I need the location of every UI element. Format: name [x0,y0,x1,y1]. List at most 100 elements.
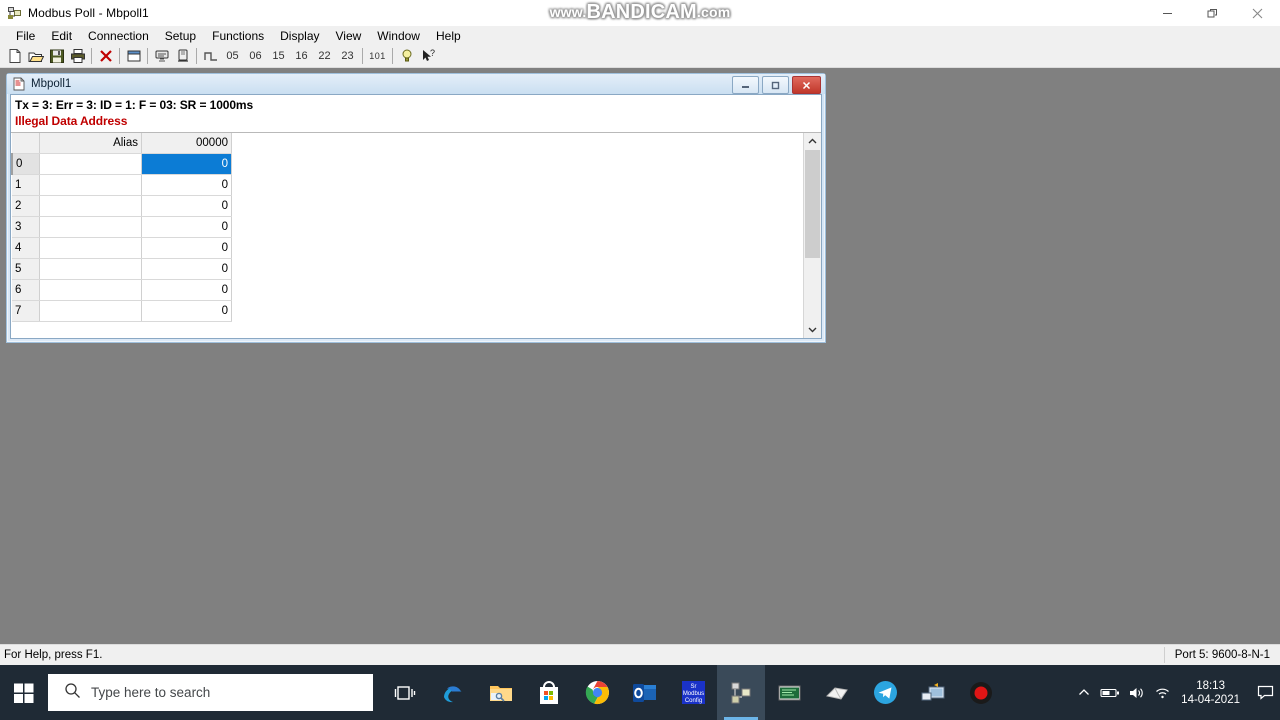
decimal-format-button[interactable]: 101 [366,47,389,65]
row-value-selected[interactable]: 0 [141,153,232,175]
taskbar-item-remote-desktop[interactable] [909,665,957,720]
disconnect-button[interactable] [95,46,116,66]
grid-vertical-scrollbar[interactable] [803,133,821,338]
taskbar-item-file-explorer[interactable] [477,665,525,720]
row-alias[interactable] [39,300,142,322]
data-grid[interactable]: Alias 00000 0 0 1 0 2 0 3 0 4 0 5 0 6 0 … [11,133,803,338]
row-index[interactable]: 1 [12,174,40,196]
row-alias[interactable] [39,279,142,301]
scroll-up-button[interactable] [804,133,821,150]
print-button[interactable] [67,46,88,66]
show-hidden-icons-button[interactable] [1071,665,1097,720]
row-value[interactable]: 0 [141,258,232,280]
restore-button[interactable] [1190,0,1235,26]
table-row[interactable]: 4 0 [12,237,232,259]
close-button[interactable] [1235,0,1280,26]
taskbar-item-modbus-poll[interactable] [717,665,765,720]
row-alias[interactable] [39,195,142,217]
grid-header-address[interactable]: 00000 [141,133,232,154]
pulse-button[interactable] [200,46,221,66]
function-code-22-button[interactable]: 22 [313,47,336,65]
menu-item-display[interactable]: Display [272,28,327,44]
row-alias[interactable] [39,258,142,280]
minimize-button[interactable] [1145,0,1190,26]
help-button[interactable] [396,46,417,66]
table-row[interactable]: 5 0 [12,258,232,280]
menu-item-file[interactable]: File [8,28,43,44]
taskbar-item-modbus-config[interactable]: Sr Modbus Config [669,665,717,720]
context-help-button[interactable]: ? [417,46,438,66]
scrollbar-thumb[interactable] [805,150,820,258]
row-index[interactable]: 4 [12,237,40,259]
table-row[interactable]: 1 0 [12,174,232,196]
menu-item-edit[interactable]: Edit [43,28,80,44]
row-value[interactable]: 0 [141,237,232,259]
taskbar-item-terminal-tool[interactable] [765,665,813,720]
menu-item-view[interactable]: View [328,28,370,44]
menu-bar: File Edit Connection Setup Functions Dis… [0,27,1280,45]
row-value[interactable]: 0 [141,279,232,301]
taskbar-clock[interactable]: 18:13 14-04-2021 [1175,665,1250,720]
function-code-23-button[interactable]: 23 [336,47,359,65]
function-code-15-button[interactable]: 15 [267,47,290,65]
battery-button[interactable] [1097,665,1123,720]
mdi-close-button[interactable] [792,76,821,94]
menu-item-help[interactable]: Help [428,28,469,44]
volume-button[interactable] [1123,665,1149,720]
row-index[interactable]: 3 [12,216,40,238]
table-row[interactable]: 3 0 [12,216,232,238]
row-alias[interactable] [39,153,142,175]
poll-definition-button[interactable] [151,46,172,66]
function-code-05-button[interactable]: 05 [221,47,244,65]
document-icon [12,77,26,91]
battery-icon [1100,688,1120,697]
menu-item-connection[interactable]: Connection [80,28,157,44]
grid-header-alias[interactable]: Alias [39,133,142,154]
new-button[interactable] [4,46,25,66]
taskbar-item-edge[interactable] [429,665,477,720]
row-value[interactable]: 0 [141,195,232,217]
taskbar-item-chrome[interactable] [573,665,621,720]
network-button[interactable] [1149,665,1175,720]
taskbar-search-box[interactable]: Type here to search [48,674,373,711]
row-index[interactable]: 0 [11,153,40,175]
row-index[interactable]: 6 [12,279,40,301]
row-index[interactable]: 2 [12,195,40,217]
row-index[interactable]: 7 [12,300,40,322]
save-button[interactable] [46,46,67,66]
taskbar-item-telegram[interactable] [861,665,909,720]
taskbar-item-microsoft-store[interactable] [525,665,573,720]
action-center-button[interactable] [1250,665,1280,720]
row-alias[interactable] [39,237,142,259]
row-alias[interactable] [39,216,142,238]
grid-corner-header[interactable] [12,133,40,154]
open-button[interactable] [25,46,46,66]
bandicam-watermark: www. BANDICAM .com [516,1,764,23]
table-row[interactable]: 0 0 [11,153,232,175]
table-row[interactable]: 2 0 [12,195,232,217]
taskbar-item-bandicam[interactable] [957,665,1005,720]
task-view-icon [394,685,416,700]
row-alias[interactable] [39,174,142,196]
row-value[interactable]: 0 [141,216,232,238]
taskbar-item-outlook[interactable] [621,665,669,720]
function-code-16-button[interactable]: 16 [290,47,313,65]
menu-item-functions[interactable]: Functions [204,28,272,44]
mdi-maximize-button[interactable] [762,76,789,94]
row-index[interactable]: 5 [12,258,40,280]
row-value[interactable]: 0 [141,300,232,322]
start-button[interactable] [0,665,48,720]
table-row[interactable]: 7 0 [12,300,232,322]
function-code-06-button[interactable]: 06 [244,47,267,65]
table-row[interactable]: 6 0 [12,279,232,301]
menu-item-setup[interactable]: Setup [157,28,204,44]
scroll-down-button[interactable] [804,321,821,338]
communication-traffic-button[interactable] [172,46,193,66]
mdi-minimize-button[interactable] [732,76,759,94]
menu-item-window[interactable]: Window [369,28,428,44]
read-write-definition-button[interactable] [123,46,144,66]
taskbar-item-task-view[interactable] [381,665,429,720]
taskbar-item-white-app[interactable] [813,665,861,720]
row-value[interactable]: 0 [141,174,232,196]
scrollbar-track[interactable] [804,150,821,321]
